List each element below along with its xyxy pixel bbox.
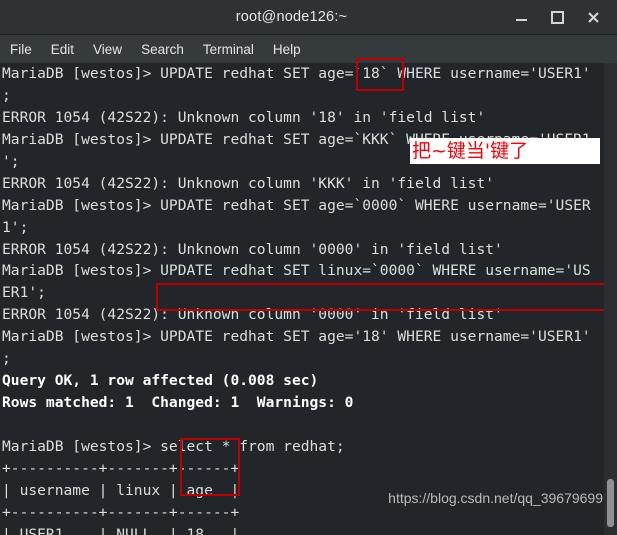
menu-bar: File Edit View Search Terminal Help xyxy=(0,35,617,64)
terminal-line-21: | USER1 | NULL | 18 | xyxy=(2,525,240,535)
window-controls xyxy=(513,9,617,25)
terminal-line-12: MariaDB [westos]> UPDATE redhat SET age=… xyxy=(2,328,591,346)
highlight-age-value xyxy=(180,438,240,496)
watermark: https://blog.csdn.net/qq_39679699 xyxy=(388,490,603,506)
terminal-line-17: MariaDB [westos]> select * from redhat; xyxy=(2,437,345,455)
menu-item-search[interactable]: Search xyxy=(141,42,184,57)
terminal-line-6: MariaDB [westos]> UPDATE redhat SET age=… xyxy=(2,196,591,214)
terminal-line-8: ERROR 1054 (42S22): Unknown column '0000… xyxy=(2,240,503,258)
terminal-window: root@node126:~ File Edit View Search Ter… xyxy=(0,0,617,535)
menu-item-edit[interactable]: Edit xyxy=(51,42,74,57)
scrollbar-thumb[interactable] xyxy=(607,479,614,527)
menu-item-file[interactable]: File xyxy=(10,42,32,57)
scrollbar[interactable] xyxy=(604,63,617,535)
minimize-icon[interactable] xyxy=(513,9,529,25)
terminal-line-14: Query OK, 1 row affected (0.008 sec) xyxy=(2,372,319,390)
window-title: root@node126:~ xyxy=(235,9,348,25)
terminal-line-2: ERROR 1054 (42S22): Unknown column '18' … xyxy=(2,108,486,126)
highlight-backtick-18 xyxy=(356,58,404,91)
menu-item-view[interactable]: View xyxy=(93,42,122,57)
terminal-line-9: MariaDB [westos]> UPDATE redhat SET linu… xyxy=(2,262,591,280)
menu-item-help[interactable]: Help xyxy=(273,42,301,57)
terminal-line-7: 1'; xyxy=(2,218,29,236)
title-bar: root@node126:~ xyxy=(0,0,617,35)
terminal-line-1: ; xyxy=(2,86,11,104)
terminal-line-16 xyxy=(2,414,591,436)
terminal-line-0: MariaDB [westos]> UPDATE redhat SET age=… xyxy=(2,65,591,82)
terminal-line-5: ERROR 1054 (42S22): Unknown column 'KKK'… xyxy=(2,174,495,192)
maximize-icon[interactable] xyxy=(549,9,565,25)
terminal-line-13: ; xyxy=(2,350,11,368)
terminal-line-18: +----------+-------+------+ xyxy=(2,459,240,477)
close-icon[interactable] xyxy=(585,9,601,25)
highlight-update-statement xyxy=(156,283,614,311)
terminal-line-15: Rows matched: 1 Changed: 1 Warnings: 0 xyxy=(2,394,354,412)
menu-item-terminal[interactable]: Terminal xyxy=(203,42,254,57)
annotation-note: 把~键当'键了 xyxy=(410,138,600,164)
